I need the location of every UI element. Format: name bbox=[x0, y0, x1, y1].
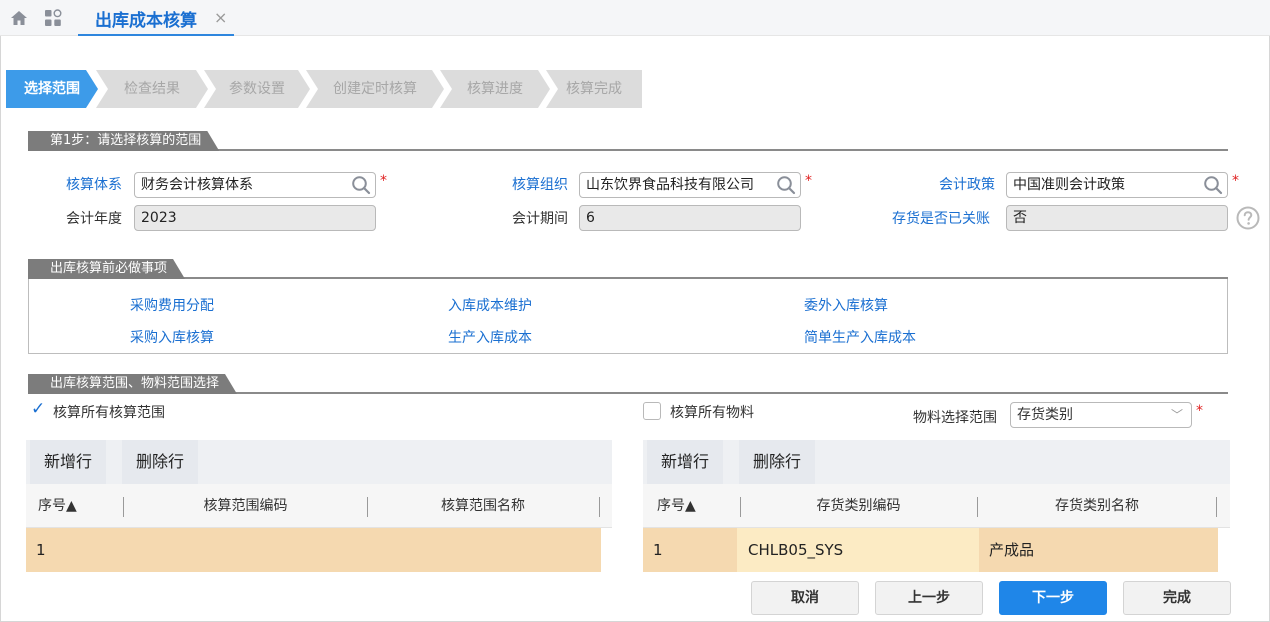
policy-field[interactable]: 中国准则会计政策 bbox=[1006, 172, 1228, 198]
cell-index[interactable]: 1 bbox=[653, 528, 663, 572]
tab-outbound-cost[interactable]: 出库成本核算 × bbox=[78, 0, 234, 36]
closed-field: 否 bbox=[1006, 205, 1228, 231]
cancel-button[interactable]: 取消 bbox=[751, 581, 859, 615]
column-header-name[interactable]: 存货类别名称 bbox=[978, 484, 1216, 528]
top-tab-bar: 出库成本核算 × bbox=[0, 0, 1270, 36]
required-mark: * bbox=[1196, 403, 1203, 419]
section-pre-header: 出库核算前必做事项 bbox=[28, 259, 1228, 279]
add-row-button[interactable]: 新增行 bbox=[30, 440, 107, 484]
column-header-code[interactable]: 存货类别编码 bbox=[741, 484, 976, 528]
home-icon[interactable] bbox=[10, 9, 28, 27]
system-label[interactable]: 核算体系 bbox=[66, 175, 122, 195]
cell-index[interactable]: 1 bbox=[36, 528, 46, 572]
closed-label[interactable]: 存货是否已关账 bbox=[892, 209, 990, 229]
year-field: 2023 bbox=[134, 205, 376, 231]
step-select-range[interactable]: 选择范围 bbox=[6, 70, 98, 108]
section-title: 第1步：请选择核算的范围 bbox=[28, 131, 219, 151]
grid-toolbar: 新增行 删除行 bbox=[26, 440, 612, 484]
search-icon[interactable] bbox=[351, 175, 371, 195]
table-row[interactable]: 1 CHLB05_SYS 产成品 bbox=[643, 528, 1218, 572]
required-mark: * bbox=[1232, 173, 1239, 189]
cell-code[interactable]: CHLB05_SYS bbox=[737, 528, 979, 572]
task-link[interactable]: 采购费用分配 bbox=[130, 295, 214, 315]
step-progress[interactable]: 核算进度 bbox=[440, 70, 550, 108]
material-range-value: 存货类别 bbox=[1017, 407, 1073, 423]
delete-row-button[interactable]: 删除行 bbox=[739, 440, 816, 484]
task-link[interactable]: 委外入库核算 bbox=[804, 295, 888, 315]
prev-step-button[interactable]: 上一步 bbox=[875, 581, 983, 615]
grid-toolbar: 新增行 删除行 bbox=[643, 440, 1230, 484]
required-mark: * bbox=[805, 173, 812, 189]
help-icon[interactable] bbox=[1236, 206, 1260, 230]
year-label: 会计年度 bbox=[66, 211, 122, 227]
section-scope-header: 出库核算范围、物料范围选择 bbox=[28, 374, 1228, 394]
scope-grid: 新增行 删除行 序号▲ 核算范围编码 核算范围名称 1 bbox=[26, 440, 612, 578]
check-icon[interactable]: ✓ bbox=[31, 399, 45, 419]
column-header-index[interactable]: 序号▲ bbox=[38, 484, 77, 528]
system-field[interactable]: 财务会计核算体系 bbox=[134, 172, 376, 198]
period-label: 会计期间 bbox=[512, 211, 568, 227]
section-title: 出库核算范围、物料范围选择 bbox=[28, 374, 237, 394]
org-value: 山东饮界食品科技有限公司 bbox=[586, 177, 754, 193]
system-value: 财务会计核算体系 bbox=[141, 177, 253, 193]
cell-name[interactable]: 产成品 bbox=[989, 528, 1034, 572]
chevron-down-icon: ﹀ bbox=[1170, 408, 1183, 422]
section-title: 出库核算前必做事项 bbox=[28, 259, 185, 279]
step-create-schedule[interactable]: 创建定时核算 bbox=[306, 70, 444, 108]
add-row-button[interactable]: 新增行 bbox=[647, 440, 724, 484]
all-material-checkbox[interactable] bbox=[643, 402, 661, 420]
step-complete[interactable]: 核算完成 bbox=[546, 70, 642, 108]
task-link[interactable]: 简单生产入库成本 bbox=[804, 327, 916, 347]
pre-tasks-box: 采购费用分配 入库成本维护 委外入库核算 采购入库核算 生产入库成本 简单生产入… bbox=[28, 279, 1228, 354]
org-label[interactable]: 核算组织 bbox=[512, 175, 568, 195]
tab-title: 出库成本核算 bbox=[95, 11, 197, 31]
task-link[interactable]: 生产入库成本 bbox=[448, 327, 532, 347]
step-param-settings[interactable]: 参数设置 bbox=[204, 70, 310, 108]
required-mark: * bbox=[380, 173, 387, 189]
search-icon[interactable] bbox=[776, 175, 796, 195]
material-range-label: 物料选择范围 bbox=[913, 410, 997, 426]
finish-button[interactable]: 完成 bbox=[1123, 581, 1231, 615]
column-header-index[interactable]: 序号▲ bbox=[657, 484, 696, 528]
close-icon[interactable]: × bbox=[214, 8, 227, 27]
all-material-label: 核算所有物料 bbox=[670, 405, 754, 421]
column-header-name[interactable]: 核算范围名称 bbox=[368, 484, 598, 528]
section-range-header: 第1步：请选择核算的范围 bbox=[28, 131, 1228, 151]
table-row[interactable]: 1 bbox=[26, 528, 601, 572]
column-divider[interactable] bbox=[599, 497, 600, 517]
column-header-code[interactable]: 核算范围编码 bbox=[124, 484, 367, 528]
material-range-select[interactable]: 存货类别 ﹀ bbox=[1010, 402, 1192, 428]
grid-header: 序号▲ 存货类别编码 存货类别名称 bbox=[643, 484, 1230, 528]
all-scope-label: 核算所有核算范围 bbox=[53, 405, 165, 421]
next-step-button[interactable]: 下一步 bbox=[999, 581, 1107, 615]
policy-label[interactable]: 会计政策 bbox=[939, 175, 995, 195]
grid-header: 序号▲ 核算范围编码 核算范围名称 bbox=[26, 484, 612, 528]
policy-value: 中国准则会计政策 bbox=[1013, 177, 1125, 193]
period-field: 6 bbox=[579, 205, 801, 231]
apps-icon[interactable] bbox=[44, 9, 62, 27]
search-icon[interactable] bbox=[1203, 175, 1223, 195]
task-link[interactable]: 采购入库核算 bbox=[130, 327, 214, 347]
material-grid: 新增行 删除行 序号▲ 存货类别编码 存货类别名称 1 CHLB05_SYS 产… bbox=[643, 440, 1230, 578]
org-field[interactable]: 山东饮界食品科技有限公司 bbox=[579, 172, 801, 198]
step-check-result[interactable]: 检查结果 bbox=[96, 70, 208, 108]
column-divider[interactable] bbox=[1216, 497, 1217, 517]
delete-row-button[interactable]: 删除行 bbox=[122, 440, 199, 484]
task-link[interactable]: 入库成本维护 bbox=[448, 295, 532, 315]
